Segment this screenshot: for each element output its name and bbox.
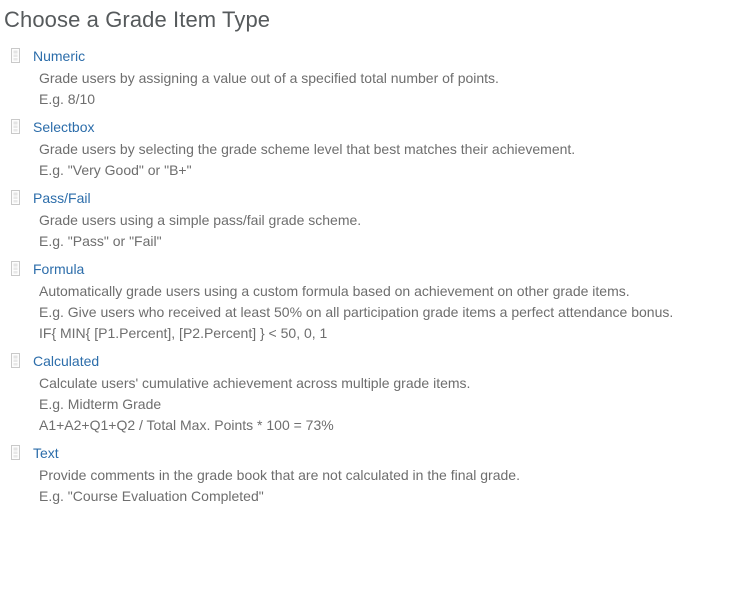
- grade-item-type-entry-pass-fail: Pass/Fail Grade users using a simple pas…: [0, 189, 746, 252]
- grade-item-type-entry-selectbox: Selectbox Grade users by selecting the g…: [0, 118, 746, 181]
- grade-item-type-description-line: E.g. "Pass" or "Fail": [39, 233, 162, 249]
- broken-image-icon: [11, 48, 20, 63]
- grade-item-type-description-line: Provide comments in the grade book that …: [39, 467, 520, 483]
- grade-item-type-description-line: E.g. 8/10: [39, 91, 96, 107]
- grade-item-type-description-line: Automatically grade users using a custom…: [39, 283, 630, 299]
- grade-item-type-header: Pass/Fail: [0, 189, 746, 209]
- broken-image-icon: [11, 261, 20, 276]
- broken-image-icon: [11, 445, 20, 460]
- grade-item-type-list: Numeric Grade users by assigning a value…: [0, 34, 746, 507]
- grade-item-type-description-line: E.g. Midterm Grade: [39, 396, 162, 412]
- grade-item-type-link-selectbox[interactable]: Selectbox: [33, 118, 94, 137]
- grade-item-type-description: Automatically grade users using a custom…: [0, 280, 746, 344]
- grade-item-type-entry-calculated: Calculated Calculate users' cumulative a…: [0, 352, 746, 436]
- broken-image-icon: [11, 119, 20, 134]
- grade-item-type-description: Grade users using a simple pass/fail gra…: [0, 209, 746, 252]
- broken-image-icon: [11, 353, 20, 368]
- grade-item-type-link-text[interactable]: Text: [33, 444, 59, 463]
- grade-item-type-description: Calculate users' cumulative achievement …: [0, 372, 746, 436]
- grade-item-type-description-line: Grade users using a simple pass/fail gra…: [39, 212, 362, 228]
- grade-item-type-entry-numeric: Numeric Grade users by assigning a value…: [0, 47, 746, 110]
- grade-item-type-description: Grade users by selecting the grade schem…: [0, 138, 746, 181]
- grade-item-type-chooser-page: Choose a Grade Item Type Numeric Grade u…: [0, 0, 746, 591]
- grade-item-type-description: Grade users by assigning a value out of …: [0, 67, 746, 110]
- grade-item-type-entry-text: Text Provide comments in the grade book …: [0, 444, 746, 507]
- grade-item-type-link-formula[interactable]: Formula: [33, 260, 84, 279]
- page-title: Choose a Grade Item Type: [4, 7, 271, 32]
- grade-item-type-description-line: E.g. "Very Good" or "B+": [39, 162, 192, 178]
- grade-item-type-description-line: E.g. Give users who received at least 50…: [39, 304, 674, 320]
- grade-item-type-entry-formula: Formula Automatically grade users using …: [0, 260, 746, 344]
- grade-item-type-description-line: Grade users by selecting the grade schem…: [39, 141, 576, 157]
- grade-item-type-link-calculated[interactable]: Calculated: [33, 352, 99, 371]
- grade-item-type-link-numeric[interactable]: Numeric: [33, 47, 85, 66]
- grade-item-type-header: Text: [0, 444, 746, 464]
- broken-image-icon: [11, 190, 20, 205]
- grade-item-type-description-line: Calculate users' cumulative achievement …: [39, 375, 471, 391]
- grade-item-type-header: Formula: [0, 260, 746, 280]
- grade-item-type-description-line: E.g. "Course Evaluation Completed": [39, 488, 264, 504]
- grade-item-type-link-pass-fail[interactable]: Pass/Fail: [33, 189, 91, 208]
- grade-item-type-description-line: IF{ MIN{ [P1.Percent], [P2.Percent] } < …: [39, 325, 328, 341]
- grade-item-type-header: Selectbox: [0, 118, 746, 138]
- grade-item-type-header: Calculated: [0, 352, 746, 372]
- grade-item-type-description-line: A1+A2+Q1+Q2 / Total Max. Points * 100 = …: [39, 417, 334, 433]
- grade-item-type-description: Provide comments in the grade book that …: [0, 464, 746, 507]
- grade-item-type-description-line: Grade users by assigning a value out of …: [39, 70, 499, 86]
- grade-item-type-header: Numeric: [0, 47, 746, 67]
